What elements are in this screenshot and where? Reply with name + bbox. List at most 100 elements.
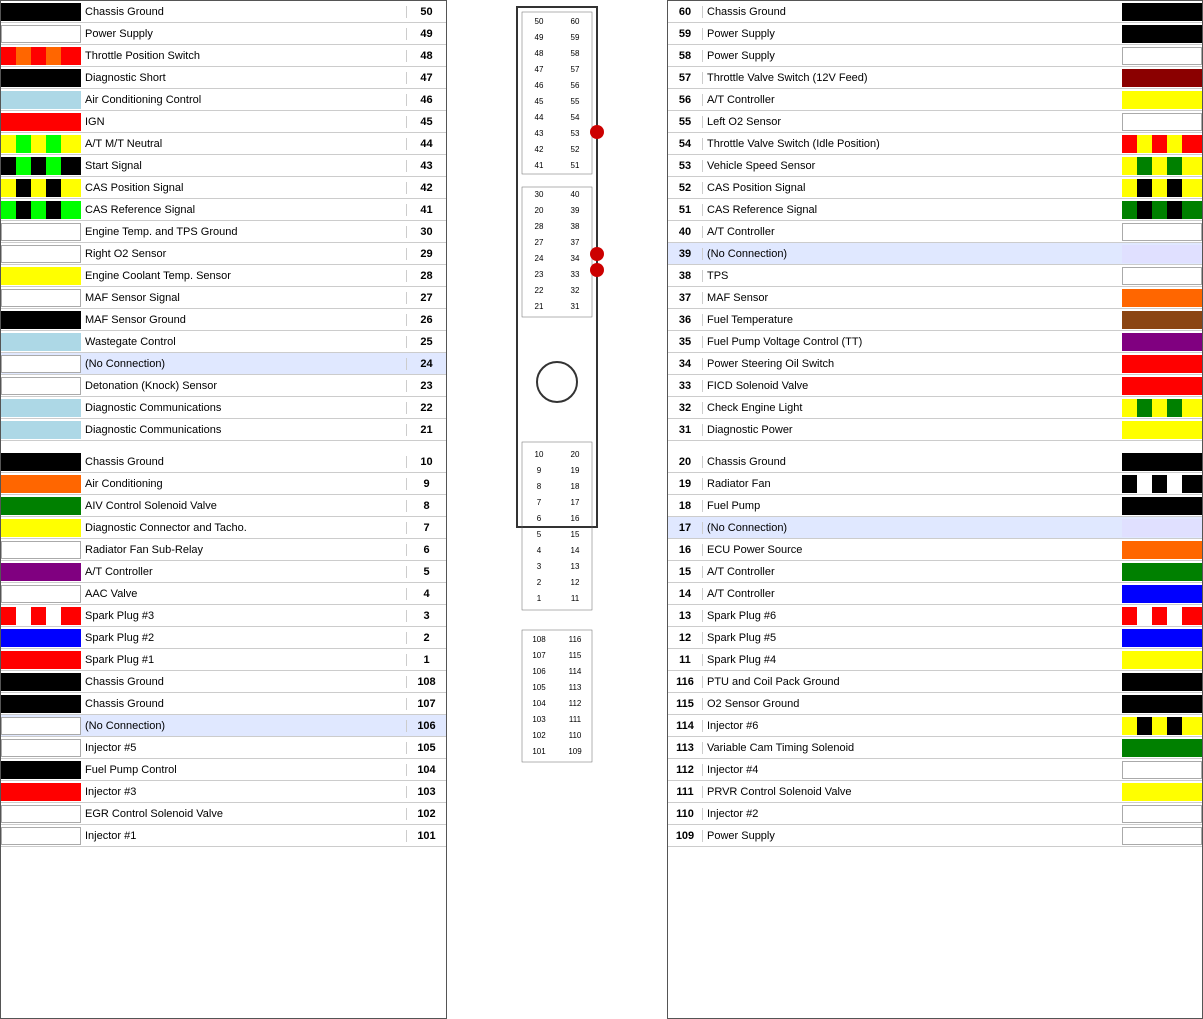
pin-number: 114 [668, 720, 703, 732]
pin-label: Injector #3 [81, 786, 406, 798]
pin-label: EGR Control Solenoid Valve [81, 808, 406, 820]
color-swatch [1, 377, 81, 395]
color-swatch [1, 607, 81, 625]
pin-number: 16 [668, 544, 703, 556]
pin-number: 25 [406, 336, 446, 348]
table-row: A/T M/T Neutral44 [1, 133, 446, 155]
pin-number: 36 [668, 314, 703, 326]
color-swatch [1122, 179, 1202, 197]
svg-text:106: 106 [532, 667, 546, 676]
pin-number: 45 [406, 116, 446, 128]
pin-number: 44 [406, 138, 446, 150]
svg-text:57: 57 [571, 65, 580, 74]
color-swatch [1, 541, 81, 559]
pin-label: Air Conditioning [81, 478, 406, 490]
svg-text:108: 108 [532, 635, 546, 644]
color-swatch [1, 497, 81, 515]
table-row: Engine Temp. and TPS Ground30 [1, 221, 446, 243]
color-swatch [1122, 783, 1202, 801]
pin-number: 38 [668, 270, 703, 282]
svg-text:60: 60 [571, 17, 580, 26]
color-swatch [1, 267, 81, 285]
pin-number: 107 [406, 698, 446, 710]
pin-number: 116 [668, 676, 703, 688]
pin-label: Injector #6 [703, 720, 1122, 732]
svg-text:27: 27 [535, 238, 544, 247]
pin-number: 32 [668, 402, 703, 414]
pin-number: 24 [406, 358, 446, 370]
color-swatch [1, 157, 81, 175]
table-row: 19Radiator Fan [668, 473, 1202, 495]
pin-label: (No Connection) [81, 358, 406, 370]
pin-number: 31 [668, 424, 703, 436]
table-row: MAF Sensor Ground26 [1, 309, 446, 331]
pin-label: Detonation (Knock) Sensor [81, 380, 406, 392]
pin-label: TPS [703, 270, 1122, 282]
color-swatch [1, 673, 81, 691]
pin-label: Spark Plug #5 [703, 632, 1122, 644]
pin-label: A/T Controller [81, 566, 406, 578]
svg-text:15: 15 [571, 530, 580, 539]
pin-number: 40 [668, 226, 703, 238]
svg-text:114: 114 [569, 667, 582, 676]
pin-label: Injector #5 [81, 742, 406, 754]
table-row: 112Injector #4 [668, 759, 1202, 781]
color-swatch [1, 399, 81, 417]
pin-label: Diagnostic Communications [81, 424, 406, 436]
table-row: Diagnostic Short47 [1, 67, 446, 89]
color-swatch [1122, 25, 1202, 43]
pin-number: 57 [668, 72, 703, 84]
pin-number: 15 [668, 566, 703, 578]
pin-number: 53 [668, 160, 703, 172]
pin-number: 43 [406, 160, 446, 172]
pin-number: 1 [406, 654, 446, 666]
pin-label: Fuel Pump [703, 500, 1122, 512]
color-swatch [1122, 377, 1202, 395]
pin-number: 54 [668, 138, 703, 150]
pin-number: 51 [668, 204, 703, 216]
svg-text:59: 59 [571, 33, 580, 42]
pin-label: Chassis Ground [81, 676, 406, 688]
pin-label: Power Supply [703, 50, 1122, 62]
svg-text:10: 10 [535, 450, 544, 459]
pin-label: AAC Valve [81, 588, 406, 600]
pin-number: 58 [668, 50, 703, 62]
table-row: AAC Valve4 [1, 583, 446, 605]
svg-text:12: 12 [571, 578, 580, 587]
svg-text:51: 51 [571, 161, 580, 170]
pin-label: Chassis Ground [81, 456, 406, 468]
dot-27 [590, 247, 604, 261]
pin-number: 106 [406, 720, 446, 732]
color-swatch [1122, 201, 1202, 219]
svg-text:32: 32 [571, 286, 580, 295]
table-row: Chassis Ground108 [1, 671, 446, 693]
color-swatch [1122, 311, 1202, 329]
pin-number: 50 [406, 6, 446, 18]
svg-text:18: 18 [571, 482, 580, 491]
svg-text:52: 52 [571, 145, 580, 154]
color-swatch [1122, 245, 1202, 263]
table-row: Engine Coolant Temp. Sensor28 [1, 265, 446, 287]
table-row: A/T Controller5 [1, 561, 446, 583]
svg-text:22: 22 [535, 286, 544, 295]
pin-number: 7 [406, 522, 446, 534]
pin-label: Chassis Ground [703, 6, 1122, 18]
table-row: 52CAS Position Signal [668, 177, 1202, 199]
table-row: 31Diagnostic Power [668, 419, 1202, 441]
svg-text:4: 4 [537, 546, 542, 555]
svg-text:41: 41 [535, 161, 544, 170]
pin-number: 6 [406, 544, 446, 556]
color-swatch [1122, 585, 1202, 603]
pin-number: 27 [406, 292, 446, 304]
pin-label: A/T Controller [703, 566, 1122, 578]
table-row: 17(No Connection) [668, 517, 1202, 539]
svg-text:47: 47 [535, 65, 544, 74]
pin-number: 11 [668, 654, 703, 666]
pin-label: CAS Position Signal [703, 182, 1122, 194]
color-swatch [1, 47, 81, 65]
color-swatch [1, 827, 81, 845]
svg-text:23: 23 [535, 270, 544, 279]
table-row: 57Throttle Valve Switch (12V Feed) [668, 67, 1202, 89]
table-row: 40A/T Controller [668, 221, 1202, 243]
pin-label: (No Connection) [703, 522, 1122, 534]
